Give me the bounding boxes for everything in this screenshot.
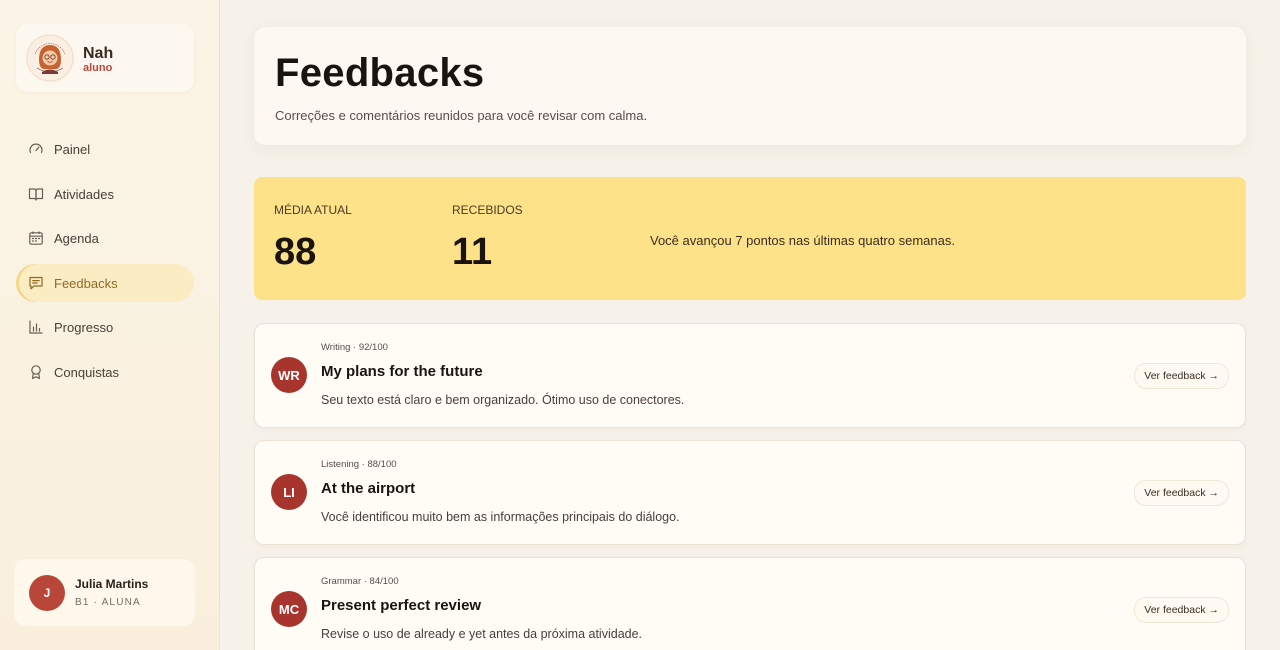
average-value: 88 — [274, 231, 317, 273]
award-icon — [28, 364, 44, 380]
brand-card[interactable]: Nah aluno — [16, 24, 194, 92]
activity-avatar: MC — [271, 591, 307, 627]
sidebar-item-label: Progresso — [54, 319, 114, 335]
feedback-meta: Grammar · 84/100 — [321, 576, 399, 587]
user-card[interactable]: J Julia Martins B1 · ALUNA — [14, 559, 195, 626]
received-value: 11 — [452, 231, 493, 273]
sidebar-item-atividades[interactable]: Atividades — [16, 175, 194, 213]
main-content: Feedbacks Correções e comentários reunid… — [220, 0, 1280, 650]
gauge-icon — [28, 141, 44, 157]
feedback-meta: Listening · 88/100 — [321, 459, 397, 470]
feedback-meta: Writing · 92/100 — [321, 342, 388, 353]
stats-banner: MÉDIA ATUAL 88 RECEBIDOS 11 Você avançou… — [254, 177, 1246, 300]
feedback-description: Seu texto está claro e bem organizado. Ó… — [321, 393, 685, 407]
brand-role: aluno — [83, 62, 113, 74]
user-name: Julia Martins — [75, 577, 149, 591]
view-feedback-button[interactable]: Ver feedback → — [1134, 597, 1229, 623]
sidebar-item-label: Painel — [54, 141, 91, 157]
sidebar-item-agenda[interactable]: Agenda — [16, 219, 194, 257]
teacher-avatar-logo — [26, 34, 74, 82]
feedback-description: Revise o uso de already e yet antes da p… — [321, 627, 643, 641]
sidebar-item-label: Feedbacks — [54, 275, 118, 291]
feedback-description: Você identificou muito bem as informaçõe… — [321, 510, 680, 524]
bar-chart-icon — [28, 319, 44, 335]
calendar-icon — [28, 230, 44, 246]
activity-avatar: WR — [271, 357, 307, 393]
sidebar-item-progresso[interactable]: Progresso — [16, 308, 194, 346]
book-icon — [28, 186, 44, 202]
feedback-title: My plans for the future — [321, 363, 483, 380]
view-feedback-button[interactable]: Ver feedback → — [1134, 480, 1229, 506]
sidebar-item-painel[interactable]: Painel — [16, 130, 194, 168]
page-subtitle: Correções e comentários reunidos para vo… — [275, 108, 648, 123]
average-label: MÉDIA ATUAL — [274, 203, 352, 217]
sidebar-item-label: Atividades — [54, 186, 114, 202]
feedback-title: At the airport — [321, 480, 416, 497]
message-icon — [28, 275, 44, 291]
feedback-card: LI Listening · 88/100 At the airport Voc… — [254, 440, 1246, 545]
sidebar-item-feedbacks[interactable]: Feedbacks — [16, 264, 194, 302]
view-feedback-button[interactable]: Ver feedback → — [1134, 363, 1229, 389]
feedback-card: MC Grammar · 84/100 Present perfect revi… — [254, 557, 1246, 650]
feedback-title: Present perfect review — [321, 597, 482, 614]
page-header: Feedbacks Correções e comentários reunid… — [254, 27, 1246, 145]
brand-name: Nah — [83, 45, 114, 62]
avatar: J — [29, 575, 65, 611]
progress-note: Você avançou 7 pontos nas últimas quatro… — [650, 233, 955, 248]
sidebar-item-label: Conquistas — [54, 364, 120, 380]
sidebar: Nah aluno Painel Atividades Agenda Feedb… — [0, 0, 220, 650]
activity-avatar: LI — [271, 474, 307, 510]
sidebar-item-label: Agenda — [54, 230, 99, 246]
user-level: B1 · ALUNA — [75, 597, 141, 608]
page-title: Feedbacks — [275, 51, 485, 95]
received-label: RECEBIDOS — [452, 203, 523, 217]
feedback-card: WR Writing · 92/100 My plans for the fut… — [254, 323, 1246, 428]
sidebar-item-conquistas[interactable]: Conquistas — [16, 353, 194, 391]
